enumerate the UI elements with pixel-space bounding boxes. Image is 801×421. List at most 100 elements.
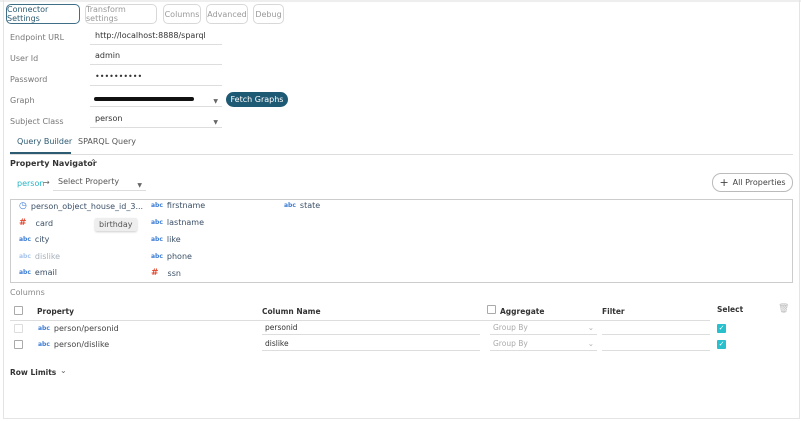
plus-icon: + (719, 176, 729, 189)
property-name: like (166, 235, 181, 244)
aggregate-select[interactable]: Group By ⌄ (490, 338, 597, 351)
property-name: firstname (166, 201, 206, 210)
tab-query-builder[interactable]: Query Builder (17, 137, 72, 146)
subject-class-label: Subject Class (10, 117, 64, 126)
arrow-right-icon: → (43, 178, 50, 187)
all-properties-button[interactable]: + All Properties (712, 173, 793, 192)
chevron-down-icon: ▼ (213, 98, 218, 105)
tab-connector-settings[interactable]: Connector Settings (6, 4, 80, 24)
property-name: person_object_house_id_3... (30, 201, 144, 211)
user-id-input[interactable]: admin (90, 49, 222, 65)
endpoint-url-label: Endpoint URL (10, 33, 65, 42)
header-property: Property (37, 307, 74, 316)
text-icon: abc (151, 219, 163, 226)
user-id-label: User Id (10, 54, 39, 63)
property-name: dislike (34, 252, 61, 261)
number-icon: # (19, 218, 27, 228)
collapse-chevron-icon[interactable]: ⌃ (90, 158, 97, 167)
property-name: state (299, 201, 321, 210)
property-item[interactable]: ◷ person_object_house_id_3... (19, 201, 143, 211)
chevron-down-icon: ▼ (213, 119, 218, 126)
aggregate-value: Group By (493, 339, 528, 348)
column-name-input[interactable]: personid (262, 322, 480, 335)
tab-advanced[interactable]: Advanced (206, 4, 248, 24)
column-name-input[interactable]: dislike (262, 338, 480, 351)
text-icon: abc (151, 236, 163, 243)
redacted-scribble (94, 97, 194, 101)
breadcrumb-person[interactable]: person (17, 179, 44, 188)
graph-label: Graph (10, 96, 35, 105)
property-item[interactable]: abc state (284, 201, 320, 210)
property-item[interactable]: # card (19, 218, 53, 228)
header-divider (10, 320, 710, 321)
property-item[interactable]: abc dislike (19, 252, 60, 261)
property-item[interactable]: abc city (19, 235, 49, 244)
tab-transform-settings[interactable]: Transform settings (85, 4, 157, 24)
property-name: ssn (167, 268, 181, 278)
property-item[interactable]: abc firstname (151, 201, 205, 210)
tab-debug[interactable]: Debug (253, 4, 284, 24)
chevron-down-icon: ⌄ (587, 339, 594, 348)
password-label: Password (10, 75, 48, 84)
text-icon: abc (151, 253, 163, 260)
clock-icon: ◷ (19, 201, 27, 211)
chevron-down-icon: ▼ (137, 182, 142, 189)
aggregate-value: Group By (493, 323, 528, 332)
property-navigator-title: Property Navigator (10, 159, 97, 168)
row-property-name: person/personid (53, 324, 119, 333)
fetch-graphs-button[interactable]: Fetch Graphs (226, 92, 288, 107)
graph-select[interactable]: ▼ (90, 91, 222, 107)
header-column-name: Column Name (262, 307, 321, 316)
chevron-down-icon: ⌄ (587, 323, 594, 332)
property-name: lastname (166, 218, 205, 227)
row-limits-title[interactable]: Row Limits (10, 368, 56, 377)
columns-title: Columns (10, 288, 45, 297)
number-icon: # (151, 268, 159, 278)
header-aggregate: Aggregate (500, 307, 545, 316)
select-checkbox-checked[interactable]: ✓ (717, 324, 726, 333)
properties-box (10, 199, 793, 283)
divider (10, 154, 793, 155)
text-icon: abc (19, 269, 31, 276)
tab-sparql-query[interactable]: SPARQL Query (78, 137, 136, 146)
select-property-dropdown[interactable]: Select Property ▼ (53, 175, 146, 191)
row-checkbox[interactable] (14, 324, 23, 333)
endpoint-url-input[interactable]: http://localhost:8888/sparql (90, 29, 222, 45)
property-name: card (35, 218, 54, 228)
text-icon: abc (38, 341, 50, 348)
text-icon: abc (19, 236, 31, 243)
text-icon: abc (38, 325, 50, 332)
text-icon: abc (284, 202, 296, 209)
filter-input[interactable] (602, 338, 710, 351)
property-name: city (34, 235, 50, 244)
row-property-name: person/dislike (53, 340, 110, 349)
row-property: abc person/dislike (38, 340, 109, 349)
filter-input[interactable] (602, 322, 710, 335)
property-item[interactable]: abc like (151, 235, 181, 244)
aggregate-checkbox[interactable] (487, 305, 496, 314)
subject-class-value: person (95, 114, 123, 123)
text-icon: abc (151, 202, 163, 209)
property-item[interactable]: abc phone (151, 252, 192, 261)
all-properties-label: All Properties (732, 178, 786, 187)
property-name: email (34, 268, 57, 277)
header-select: Select (717, 305, 744, 314)
property-item[interactable]: # ssn (151, 268, 181, 278)
chevron-down-icon[interactable]: ⌄ (60, 366, 67, 375)
row-property: abc person/personid (38, 324, 119, 333)
select-all-checkbox[interactable] (14, 306, 23, 315)
header-filter: Filter (602, 307, 625, 316)
row-checkbox[interactable] (14, 340, 23, 349)
trash-icon[interactable]: 🗑 (778, 304, 789, 314)
property-item[interactable]: abc lastname (151, 218, 204, 227)
text-icon: abc (19, 253, 31, 260)
select-property-placeholder: Select Property (58, 177, 120, 186)
aggregate-select[interactable]: Group By ⌄ (490, 322, 597, 335)
property-name: phone (166, 252, 192, 261)
property-item[interactable]: abc email (19, 268, 57, 277)
tooltip: birthday (95, 218, 137, 231)
password-input[interactable]: •••••••••• (90, 70, 222, 86)
subject-class-select[interactable]: person ▼ (90, 112, 222, 128)
tab-columns[interactable]: Columns (163, 4, 201, 24)
select-checkbox-checked[interactable]: ✓ (717, 340, 726, 349)
